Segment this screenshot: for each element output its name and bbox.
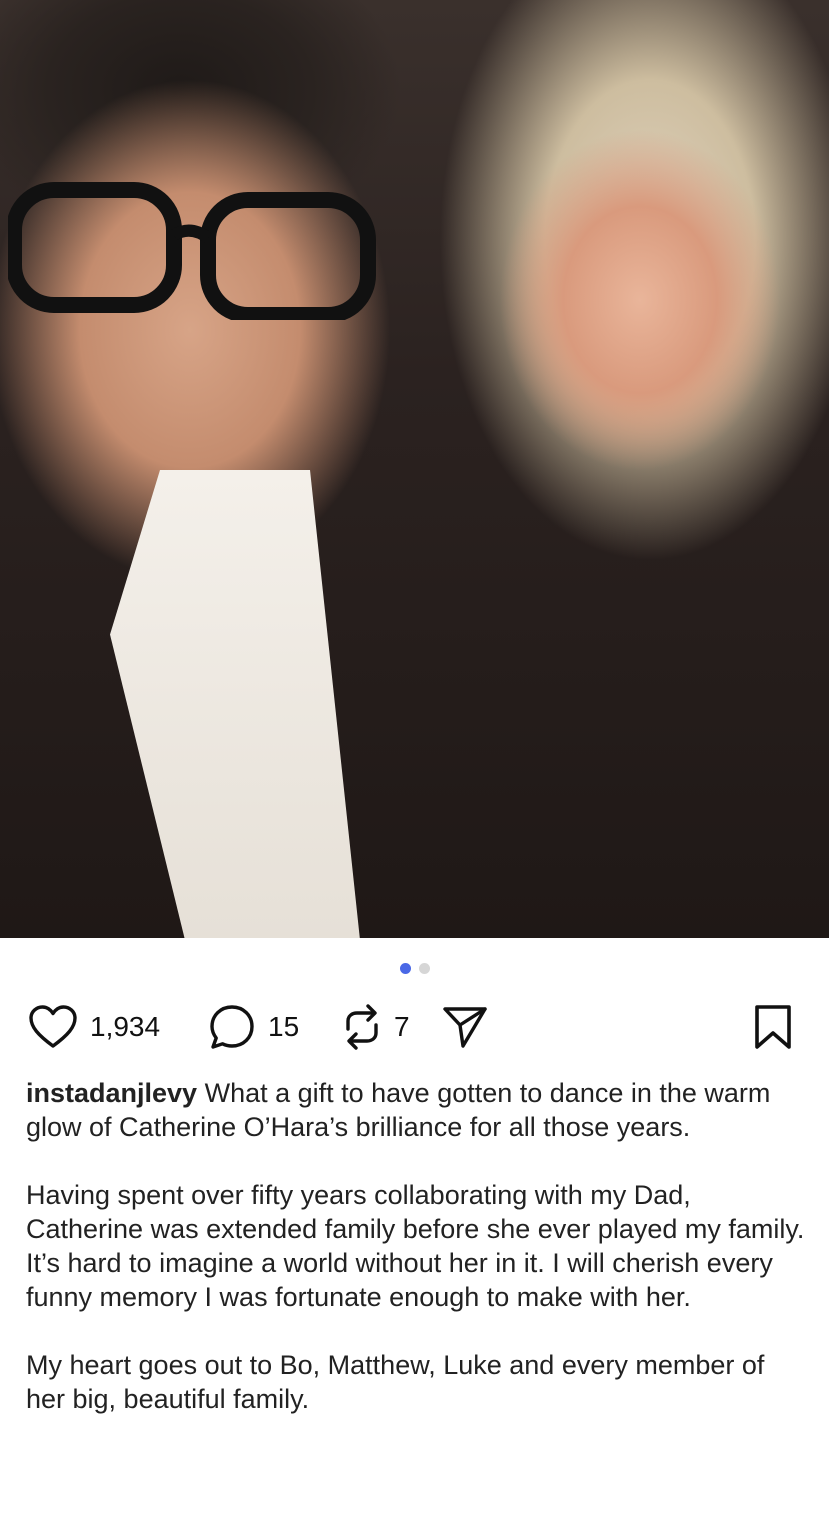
carousel-dot-active[interactable] [399,963,411,974]
glasses-shape [8,182,376,320]
username-link[interactable]: instadanjlevy [26,1078,197,1108]
carousel-indicator [0,963,829,975]
caption-paragraph: instadanjlevy What a gift to have gotten… [26,1076,806,1144]
bookmark-icon [752,1003,794,1051]
post-caption: instadanjlevy What a gift to have gotten… [26,1076,806,1450]
carousel-dot[interactable] [418,963,430,974]
post-photo[interactable] [0,0,829,938]
shirt-shape [110,470,360,938]
share-button[interactable] [440,1003,490,1051]
action-bar: 1,934 15 7 [28,1003,798,1051]
caption-paragraph: Having spent over fifty years collaborat… [26,1180,805,1312]
save-button[interactable] [752,1003,794,1051]
comment-bubble-icon [208,1003,256,1051]
comment-count: 15 [268,1011,300,1042]
heart-icon [28,1004,78,1050]
repost-button[interactable]: 7 [340,1003,410,1051]
repost-count: 7 [394,1011,410,1042]
caption-paragraph: My heart goes out to Bo, Matthew, Luke a… [26,1350,765,1414]
like-button[interactable]: 1,934 [28,1003,160,1051]
like-count: 1,934 [90,1011,161,1042]
comment-button[interactable]: 15 [208,1003,299,1051]
repost-arrows-icon [340,1003,384,1051]
send-paper-plane-icon [440,1003,490,1051]
